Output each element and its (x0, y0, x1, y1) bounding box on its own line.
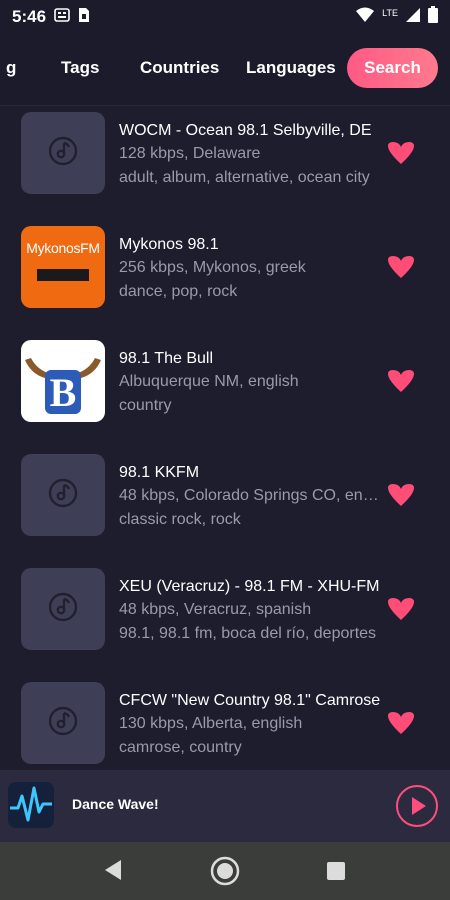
station-title: 98.1 The Bull (119, 350, 213, 367)
station-tags: camrose, country (119, 739, 242, 756)
mykonos-logo: MykonosFM (21, 226, 105, 308)
tab-genres-partial[interactable]: g (6, 48, 20, 88)
mykonos-logo-text: MykonosFM (26, 240, 100, 256)
back-icon[interactable] (103, 859, 123, 886)
station-thumbnail (21, 454, 105, 536)
bull-logo: B (21, 340, 105, 422)
station-tags: dance, pop, rock (119, 283, 238, 300)
status-bar: 5:46 LTE (0, 0, 450, 34)
home-icon[interactable] (210, 856, 240, 891)
station-info: 130 kbps, Alberta, english (119, 715, 303, 732)
heart-icon[interactable] (386, 598, 416, 622)
station-tags: adult, album, alternative, ocean city (119, 169, 370, 186)
heart-icon[interactable] (386, 484, 416, 508)
station-item[interactable]: MykonosFM Mykonos 98.1 256 kbps, Mykonos… (0, 220, 450, 334)
music-note-icon (48, 592, 78, 627)
wifi-icon (356, 7, 375, 28)
station-info: 128 kbps, Delaware (119, 145, 261, 162)
station-item[interactable]: 98.1 KKFM 48 kbps, Colorado Springs CO, … (0, 448, 450, 562)
station-tags: 98.1, 98.1 fm, boca del río, deportes (119, 625, 377, 642)
play-button[interactable] (396, 785, 438, 827)
music-note-icon (48, 136, 78, 171)
station-title: XEU (Veracruz) - 98.1 FM - XHU-FM (119, 578, 380, 595)
station-list: WOCM - Ocean 98.1 Selbyville, DE 128 kbp… (0, 106, 450, 770)
recents-icon[interactable] (327, 862, 345, 880)
tab-tags[interactable]: Tags (61, 48, 99, 88)
signal-icon (406, 7, 420, 28)
station-title: WOCM - Ocean 98.1 Selbyville, DE (119, 122, 372, 139)
station-tags: classic rock, rock (119, 511, 241, 528)
station-thumbnail (21, 112, 105, 194)
station-title: 98.1 KKFM (119, 464, 200, 481)
station-info: 48 kbps, Veracruz, spanish (119, 601, 312, 618)
mini-player[interactable]: Dance Wave! (0, 770, 450, 842)
station-item[interactable]: XEU (Veracruz) - 98.1 FM - XHU-FM 48 kbp… (0, 562, 450, 676)
station-title: CFCW "New Country 98.1" Camrose (119, 692, 381, 709)
file-notification-icon (78, 7, 90, 28)
sim-notification-icon (54, 7, 70, 27)
music-note-icon (48, 706, 78, 741)
station-item[interactable]: B 98.1 The Bull Albuquerque NM, english … (0, 334, 450, 448)
tab-languages[interactable]: Languages (246, 48, 336, 88)
station-item[interactable]: CFCW "New Country 98.1" Camrose 130 kbps… (0, 676, 450, 770)
play-icon (398, 797, 436, 829)
heart-icon[interactable] (386, 256, 416, 280)
heart-icon[interactable] (386, 370, 416, 394)
music-note-icon (48, 478, 78, 513)
station-info: Albuquerque NM, english (119, 373, 299, 390)
station-title: Mykonos 98.1 (119, 236, 219, 253)
player-artwork (8, 782, 54, 828)
heart-icon[interactable] (386, 712, 416, 736)
system-navigation-bar (0, 842, 450, 900)
network-type: LTE (382, 8, 398, 18)
tab-search[interactable]: Search (347, 48, 438, 88)
status-time: 5:46 (12, 7, 47, 26)
heart-icon[interactable] (386, 142, 416, 166)
station-thumbnail (21, 568, 105, 650)
battery-icon (428, 6, 438, 28)
player-title: Dance Wave! (72, 796, 159, 812)
category-tab-bar: g Tags Countries Languages Search (0, 34, 450, 106)
station-info: 48 kbps, Colorado Springs CO, english (119, 487, 387, 504)
svg-text:B: B (50, 370, 77, 415)
station-thumbnail (21, 682, 105, 764)
tab-countries[interactable]: Countries (140, 48, 219, 88)
station-info: 256 kbps, Mykonos, greek (119, 259, 306, 276)
station-item[interactable]: WOCM - Ocean 98.1 Selbyville, DE 128 kbp… (0, 106, 450, 220)
station-tags: country (119, 397, 172, 414)
